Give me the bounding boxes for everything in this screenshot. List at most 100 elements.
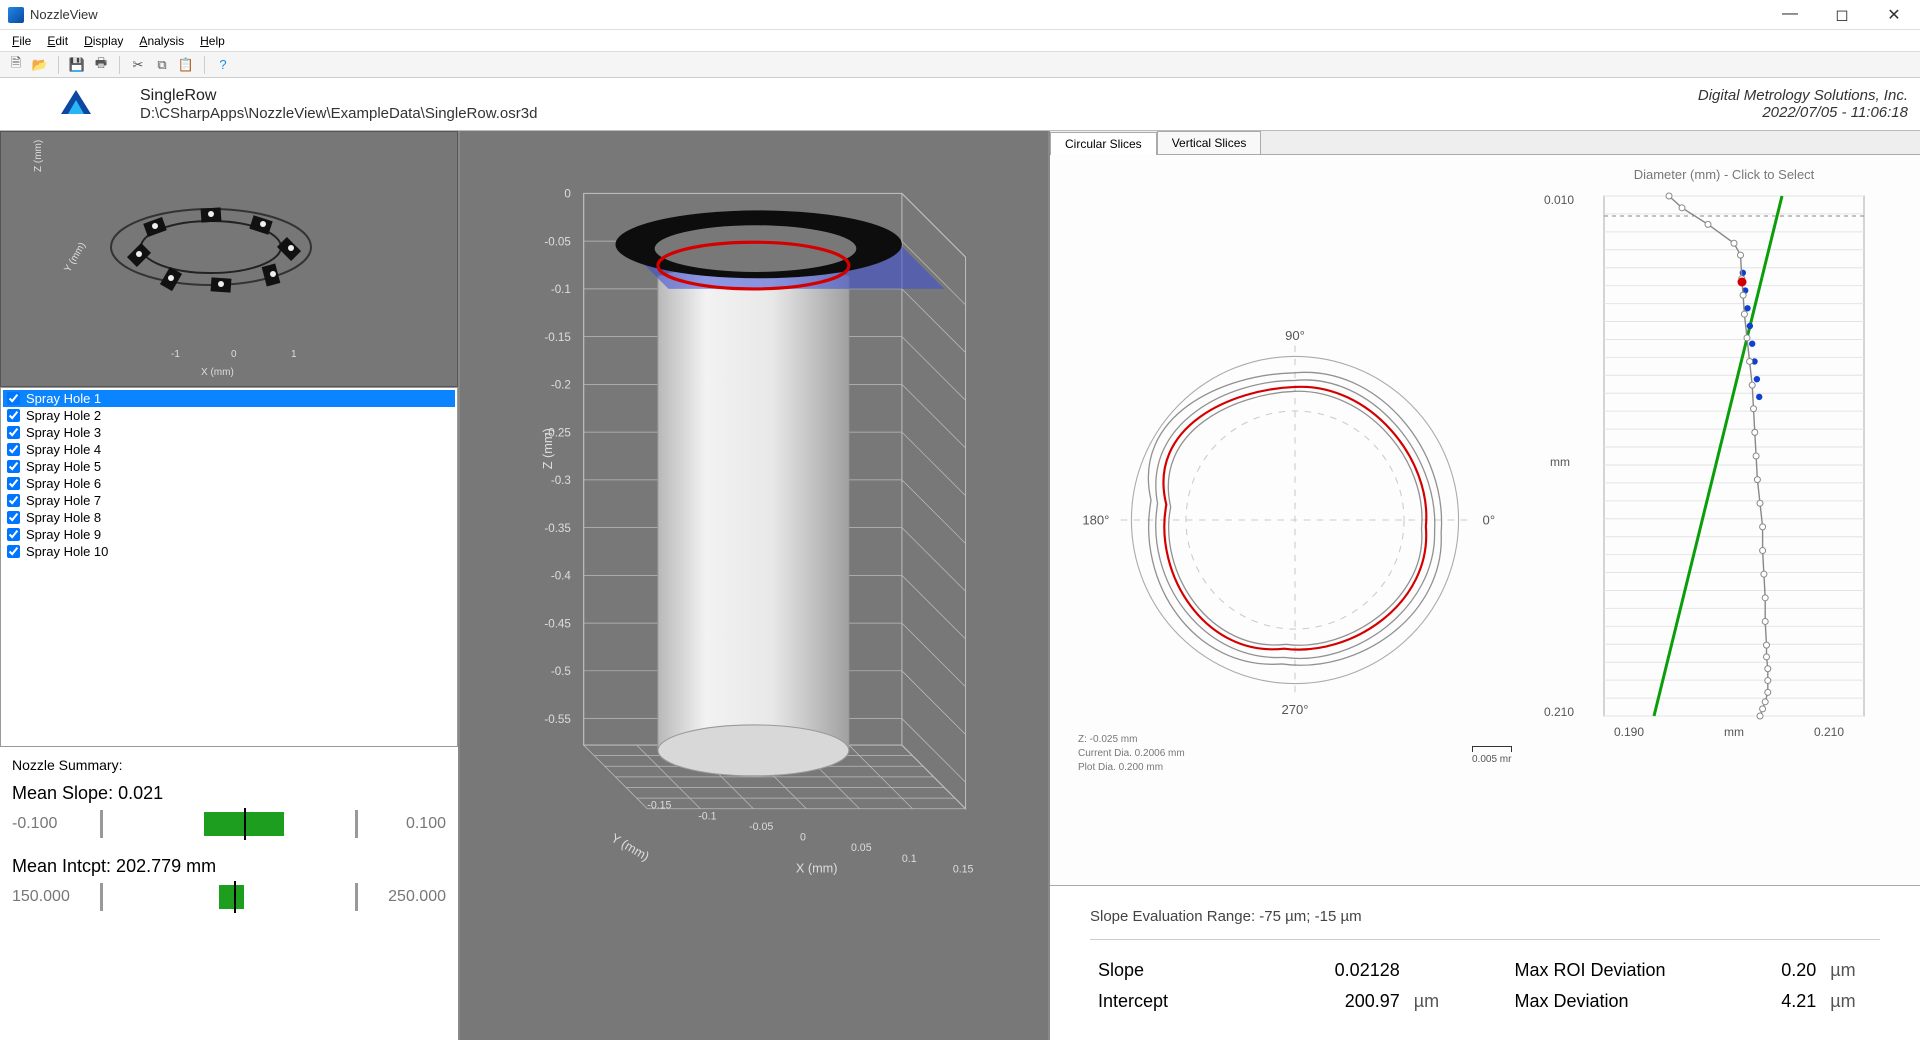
spray-hole-item[interactable]: Spray Hole 10: [3, 543, 455, 560]
menu-edit[interactable]: Edit: [39, 32, 76, 50]
spray-hole-list[interactable]: Spray Hole 1Spray Hole 2Spray Hole 3Spra…: [0, 387, 458, 747]
menu-file[interactable]: File: [4, 32, 39, 50]
copy-icon[interactable]: ⧉: [152, 55, 172, 75]
result-maxroi-label: Max ROI Deviation: [1509, 956, 1735, 985]
svg-text:-0.45: -0.45: [544, 617, 571, 630]
overview-x-tick: 0: [231, 349, 237, 360]
app-icon: [8, 7, 24, 23]
save-icon[interactable]: 💾: [67, 55, 87, 75]
menu-display[interactable]: Display: [76, 32, 131, 50]
result-maxdev-label: Max Deviation: [1509, 987, 1735, 1016]
gauge-min: 150.000: [12, 888, 92, 906]
svg-text:0.190: 0.190: [1614, 725, 1644, 739]
company-logo-icon: [52, 86, 100, 122]
svg-text:0.1: 0.1: [902, 853, 917, 865]
svg-text:0.05: 0.05: [851, 842, 872, 854]
svg-text:-0.5: -0.5: [551, 665, 571, 678]
main-3d-model: 0-0.05-0.1-0.15-0.2-0.25-0.3-0.35-0.4-0.…: [520, 151, 1008, 915]
svg-text:270°: 270°: [1281, 702, 1308, 717]
spray-hole-checkbox[interactable]: [7, 528, 20, 541]
svg-text:180°: 180°: [1082, 512, 1109, 527]
help-icon[interactable]: ?: [213, 55, 233, 75]
spray-hole-label: Spray Hole 4: [26, 442, 101, 457]
spray-hole-checkbox[interactable]: [7, 392, 20, 405]
svg-text:mm: mm: [1550, 455, 1570, 469]
spray-hole-checkbox[interactable]: [7, 511, 20, 524]
minimize-button[interactable]: —: [1772, 5, 1808, 25]
right-pane: Circular Slices Vertical Slices: [1050, 131, 1920, 1040]
document-name: SingleRow: [140, 87, 537, 105]
overview-z-label: Z (mm): [33, 140, 44, 172]
spray-hole-item[interactable]: Spray Hole 8: [3, 509, 455, 526]
polar-scale: 0.005 mr: [1472, 746, 1512, 765]
overview-x-tick: -1: [171, 349, 180, 360]
svg-text:-0.1: -0.1: [698, 810, 716, 822]
title-bar: NozzleView — ◻ ✕: [0, 0, 1920, 30]
svg-text:0: 0: [564, 188, 571, 201]
main3d-x-label: X (mm): [796, 860, 838, 875]
paste-icon[interactable]: 📋: [176, 55, 196, 75]
menu-analysis[interactable]: Analysis: [131, 32, 192, 50]
company-name: Digital Metrology Solutions, Inc.: [1698, 87, 1908, 104]
timestamp: 2022/07/05 - 11:06:18: [1698, 104, 1908, 121]
diameter-chart-title: Diameter (mm) - Click to Select: [1544, 167, 1904, 182]
result-intercept-label: Intercept: [1092, 987, 1275, 1016]
polar-chart[interactable]: 90° 0° 270° 180° Z: -0.025 mm Current Di…: [1050, 155, 1540, 885]
mean-intercept-gauge: 150.000 250.000: [12, 883, 446, 911]
spray-hole-item[interactable]: Spray Hole 9: [3, 526, 455, 543]
mean-intercept-label: Mean Intcpt: 202.779 mm: [12, 856, 446, 877]
svg-text:-0.05: -0.05: [749, 821, 773, 833]
menu-help[interactable]: Help: [192, 32, 233, 50]
spray-hole-label: Spray Hole 8: [26, 510, 101, 525]
main-3d-viewport[interactable]: 0-0.05-0.1-0.15-0.2-0.25-0.3-0.35-0.4-0.…: [460, 131, 1050, 1040]
spray-hole-checkbox[interactable]: [7, 545, 20, 558]
spray-hole-item[interactable]: Spray Hole 4: [3, 441, 455, 458]
spray-hole-item[interactable]: Spray Hole 7: [3, 492, 455, 509]
spray-hole-label: Spray Hole 1: [26, 391, 101, 406]
slope-fit-line: [1654, 196, 1782, 716]
spray-hole-item[interactable]: Spray Hole 1: [3, 390, 455, 407]
spray-hole-label: Spray Hole 10: [26, 544, 108, 559]
selected-point: [1738, 278, 1747, 287]
svg-text:-0.210: -0.210: [1544, 705, 1574, 719]
diameter-chart[interactable]: Diameter (mm) - Click to Select 0.010 -0…: [1540, 155, 1920, 885]
spray-hole-item[interactable]: Spray Hole 6: [3, 475, 455, 492]
result-slope-value: 0.02128: [1277, 956, 1406, 985]
close-button[interactable]: ✕: [1876, 5, 1912, 25]
spray-hole-checkbox[interactable]: [7, 426, 20, 439]
spray-hole-label: Spray Hole 6: [26, 476, 101, 491]
toolbar-separator: [119, 56, 120, 74]
spray-hole-item[interactable]: Spray Hole 3: [3, 424, 455, 441]
svg-text:-0.15: -0.15: [544, 331, 571, 344]
spray-hole-checkbox[interactable]: [7, 477, 20, 490]
tab-vertical-slices[interactable]: Vertical Slices: [1157, 131, 1262, 154]
svg-text:mm: mm: [1724, 725, 1744, 739]
results-panel: Slope Evaluation Range: -75 µm; -15 µm S…: [1050, 886, 1920, 1040]
gauge-min: -0.100: [12, 815, 92, 833]
spray-hole-checkbox[interactable]: [7, 409, 20, 422]
toolbar: 🗎 📂 💾 🖶 ✂ ⧉ 📋 ?: [0, 52, 1920, 78]
new-icon[interactable]: 🗎: [6, 55, 26, 75]
overview-y-label: Y (mm): [62, 241, 88, 275]
spray-hole-label: Spray Hole 2: [26, 408, 101, 423]
result-intercept-value: 200.97: [1277, 987, 1406, 1016]
tab-circular-slices[interactable]: Circular Slices: [1050, 132, 1157, 155]
slice-tabs: Circular Slices Vertical Slices: [1050, 131, 1920, 155]
cut-icon[interactable]: ✂: [128, 55, 148, 75]
mean-slope-gauge: -0.100 0.100: [12, 810, 446, 838]
open-icon[interactable]: 📂: [30, 55, 50, 75]
spray-hole-item[interactable]: Spray Hole 2: [3, 407, 455, 424]
spray-hole-checkbox[interactable]: [7, 494, 20, 507]
document-path: D:\CSharpApps\NozzleView\ExampleData\Sin…: [140, 105, 537, 122]
maximize-button[interactable]: ◻: [1824, 5, 1860, 25]
left-pane: Z (mm) Y (mm) X (mm) -1 0 1 Spray Hole 1…: [0, 131, 460, 1040]
overview-3d-viewport[interactable]: Z (mm) Y (mm) X (mm) -1 0 1: [0, 131, 458, 387]
spray-hole-item[interactable]: Spray Hole 5: [3, 458, 455, 475]
evaluation-range: Slope Evaluation Range: -75 µm; -15 µm: [1090, 908, 1880, 925]
gauge-max: 0.100: [366, 815, 446, 833]
svg-text:-0.15: -0.15: [647, 800, 671, 812]
svg-text:-0.3: -0.3: [551, 474, 571, 487]
spray-hole-checkbox[interactable]: [7, 443, 20, 456]
spray-hole-checkbox[interactable]: [7, 460, 20, 473]
print-icon[interactable]: 🖶: [91, 55, 111, 75]
